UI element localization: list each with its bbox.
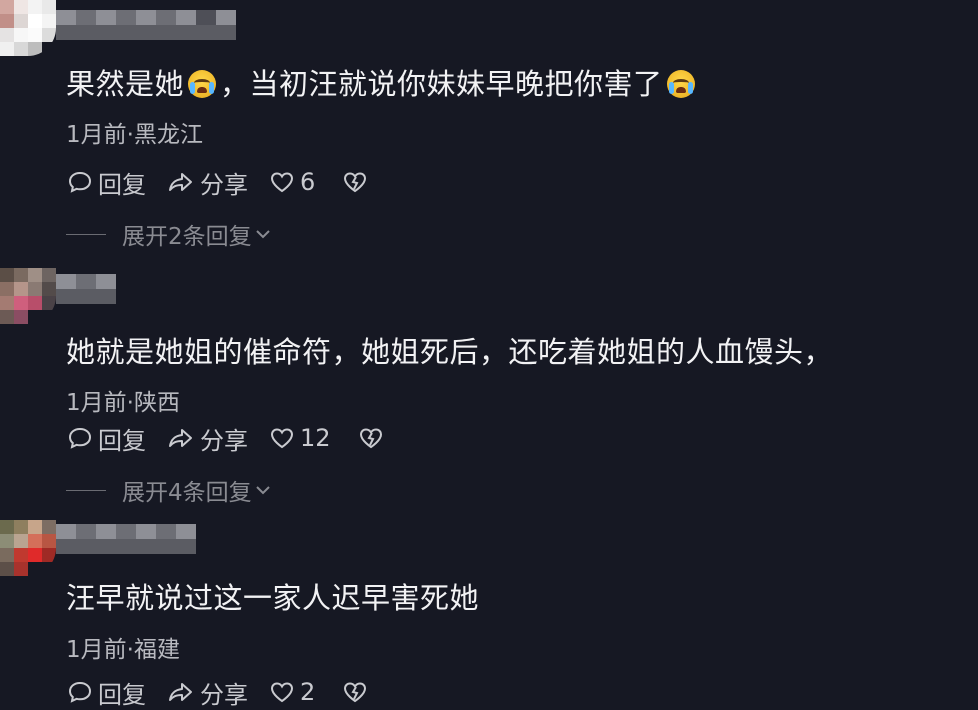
reply-bubble-icon: [68, 427, 92, 449]
like-button[interactable]: 6: [268, 168, 315, 196]
share-label: 分享: [200, 680, 248, 709]
dislike-button[interactable]: [341, 678, 373, 706]
like-button[interactable]: 12: [268, 424, 331, 452]
expand-replies-label: 展开4条回复: [122, 480, 252, 506]
reply-label: 回复: [98, 170, 146, 199]
avatar[interactable]: [0, 520, 56, 576]
heart-icon: [270, 682, 294, 703]
dislike-button[interactable]: [341, 168, 373, 196]
heart-icon: [270, 428, 294, 449]
share-label: 分享: [200, 426, 248, 455]
comment-text: 汪早就说过这一家人迟早害死她: [66, 581, 480, 615]
chevron-down-icon: [255, 486, 270, 495]
username-blurred[interactable]: [56, 274, 116, 304]
reply-bubble-icon: [68, 681, 92, 703]
reply-label: 回复: [98, 426, 146, 455]
crying-emoji-icon: [666, 70, 695, 98]
like-count: 2: [300, 678, 316, 706]
reply-button[interactable]: 回复: [66, 675, 146, 710]
share-arrow-icon: [169, 429, 192, 447]
comment-actions: 回复 分享 2: [66, 674, 393, 710]
like-count: 6: [300, 168, 316, 196]
divider-line: [66, 233, 106, 235]
expand-replies-button[interactable]: 展开4条回复: [66, 472, 272, 508]
share-label: 分享: [200, 170, 248, 199]
reply-label: 回复: [98, 680, 146, 709]
comment-text: 果然是她 ，当初汪就说你妹妹早晚把你害了: [66, 62, 699, 106]
comment-actions: 回复 分享 12: [66, 420, 409, 456]
comment-meta: 1月前·黑龙江: [66, 122, 203, 148]
dislike-heart-icon: [344, 682, 367, 703]
dislike-heart-icon: [359, 428, 382, 449]
comment-meta: 1月前·陕西: [66, 390, 180, 416]
comment-text-part: ，当初汪就说你妹妹早晚把你害了: [220, 67, 663, 101]
comment-text: 她就是她姐的催命符，她姐死后，还吃着她姐的人血馒头，: [66, 335, 834, 369]
divider-line: [66, 489, 106, 491]
like-count: 12: [300, 424, 331, 452]
share-arrow-icon: [169, 173, 192, 191]
reply-button[interactable]: 回复: [66, 165, 146, 200]
chevron-down-icon: [255, 230, 270, 239]
share-button[interactable]: 分享: [166, 675, 248, 710]
share-button[interactable]: 分享: [166, 165, 248, 200]
dislike-heart-icon: [344, 172, 367, 193]
heart-icon: [270, 172, 294, 193]
expand-replies-label: 展开2条回复: [122, 224, 252, 250]
like-button[interactable]: 2: [268, 678, 315, 706]
expand-replies-button[interactable]: 展开2条回复: [66, 216, 272, 252]
username-blurred[interactable]: [56, 524, 196, 554]
comment-actions: 回复 分享 6: [66, 164, 393, 200]
reply-bubble-icon: [68, 171, 92, 193]
crying-emoji-icon: [188, 70, 217, 98]
avatar[interactable]: [0, 0, 56, 56]
username-blurred[interactable]: [56, 10, 236, 40]
comment-meta: 1月前·福建: [66, 637, 180, 663]
share-button[interactable]: 分享: [166, 421, 248, 456]
reply-button[interactable]: 回复: [66, 421, 146, 456]
avatar[interactable]: [0, 268, 56, 324]
dislike-button[interactable]: [357, 424, 389, 452]
comment-text-part: 果然是她: [66, 67, 185, 101]
share-arrow-icon: [169, 683, 192, 701]
